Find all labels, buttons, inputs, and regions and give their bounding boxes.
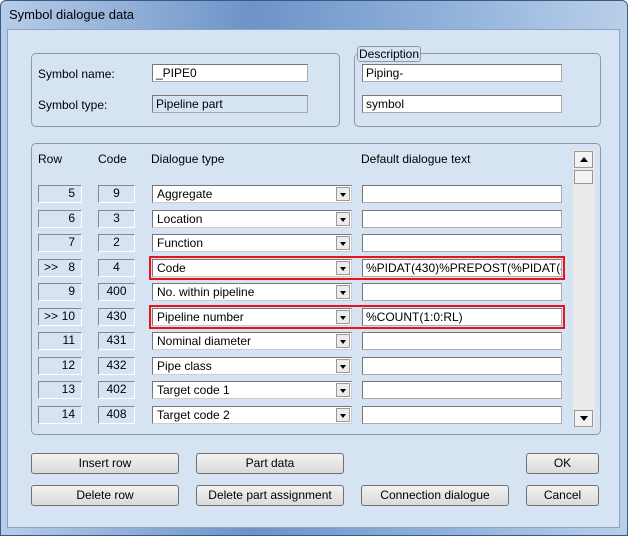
default-text-input[interactable]: [362, 381, 562, 399]
dialogue-type-select[interactable]: Aggregate: [152, 185, 352, 203]
dropdown-arrow-icon[interactable]: [336, 285, 350, 299]
row-number-field: 9: [38, 283, 82, 301]
row-number-field: 12: [38, 357, 82, 375]
code-field: 3: [98, 210, 135, 228]
code-field: 2: [98, 234, 135, 252]
highlight-box: [149, 305, 565, 329]
dialogue-type-select[interactable]: Pipe class: [152, 357, 352, 375]
default-text-input[interactable]: [362, 357, 562, 375]
default-text-input[interactable]: [362, 210, 562, 228]
dialogue-type-value: Target code 2: [157, 408, 230, 422]
ok-button[interactable]: OK: [526, 453, 599, 474]
dialogue-type-value: Pipe class: [157, 359, 212, 373]
dialogue-type-value: Function: [157, 236, 204, 250]
default-text-input[interactable]: [362, 185, 562, 203]
row-number: 12: [61, 358, 75, 372]
dialogue-type-value: No. within pipeline: [157, 285, 255, 299]
row-number: 7: [68, 235, 75, 249]
delete-part-assignment-button[interactable]: Delete part assignment: [196, 485, 344, 506]
delete-row-button[interactable]: Delete row: [31, 485, 179, 506]
dialogue-type-select[interactable]: Nominal diameter: [152, 332, 352, 350]
description-legend: Description: [357, 46, 422, 62]
description-line1-input[interactable]: Piping-: [362, 64, 562, 82]
row-number: 14: [61, 407, 75, 421]
row-number: 8: [68, 260, 75, 274]
dropdown-arrow-icon[interactable]: [336, 334, 350, 348]
default-text-input[interactable]: [362, 234, 562, 252]
dropdown-arrow-icon[interactable]: [336, 359, 350, 373]
code-field: 408: [98, 406, 135, 424]
dialogue-type-select[interactable]: Target code 1: [152, 381, 352, 399]
code-field: 402: [98, 381, 135, 399]
default-text-input[interactable]: [362, 332, 562, 350]
window-title: Symbol dialogue data: [9, 7, 135, 22]
header-dialogue-type: Dialogue type: [151, 152, 225, 166]
code-field: 432: [98, 357, 135, 375]
row-number-field: >> 8: [38, 259, 82, 277]
current-row-marker: >>: [44, 260, 59, 274]
row-number: 13: [61, 382, 75, 396]
scroll-up-button[interactable]: [574, 151, 593, 168]
dropdown-arrow-icon[interactable]: [336, 408, 350, 422]
row-number: 5: [68, 186, 75, 200]
dialogue-type-select[interactable]: Function: [152, 234, 352, 252]
header-default-text: Default dialogue text: [361, 152, 471, 166]
row-number-field: 7: [38, 234, 82, 252]
dialogue-type-value: Nominal diameter: [157, 334, 252, 348]
symbol-name-label: Symbol name:: [38, 67, 115, 81]
row-number-field: >> 10: [38, 308, 82, 326]
scroll-down-button[interactable]: [574, 410, 593, 427]
dialogue-type-select[interactable]: No. within pipeline: [152, 283, 352, 301]
code-field: 9: [98, 185, 135, 203]
row-number: 6: [68, 211, 75, 225]
header-row: Row: [38, 152, 63, 166]
part-data-button[interactable]: Part data: [196, 453, 344, 474]
dropdown-arrow-icon[interactable]: [336, 383, 350, 397]
code-field: 430: [98, 308, 135, 326]
row-number-field: 5: [38, 185, 82, 203]
row-number-field: 14: [38, 406, 82, 424]
symbol-type-field: Pipeline part: [152, 95, 308, 113]
code-field: 4: [98, 259, 135, 277]
dialogue-type-select[interactable]: Target code 2: [152, 406, 352, 424]
symbol-name-input[interactable]: _PIPE0: [152, 64, 308, 82]
connection-dialogue-button[interactable]: Connection dialogue: [361, 485, 509, 506]
symbol-type-label: Symbol type:: [38, 98, 108, 112]
row-number: 11: [62, 333, 75, 347]
row-number-field: 6: [38, 210, 82, 228]
highlight-box: [149, 256, 565, 280]
dropdown-arrow-icon[interactable]: [336, 212, 350, 226]
dropdown-arrow-icon[interactable]: [336, 236, 350, 250]
default-text-input[interactable]: [362, 283, 562, 301]
vertical-scrollbar[interactable]: [573, 150, 595, 428]
dialogue-type-select[interactable]: Location: [152, 210, 352, 228]
insert-row-button[interactable]: Insert row: [31, 453, 179, 474]
code-field: 431: [98, 332, 135, 350]
dialogue-type-value: Location: [157, 212, 203, 226]
row-number-field: 13: [38, 381, 82, 399]
dropdown-arrow-icon[interactable]: [336, 187, 350, 201]
scroll-thumb[interactable]: [574, 170, 593, 184]
cancel-button[interactable]: Cancel: [526, 485, 599, 506]
dialogue-type-value: Target code 1: [157, 383, 230, 397]
row-number: 10: [61, 309, 75, 323]
current-row-marker: >>: [44, 309, 59, 323]
code-field: 400: [98, 283, 135, 301]
description-line2-input[interactable]: symbol: [362, 95, 562, 113]
header-code: Code: [98, 152, 127, 166]
default-text-input[interactable]: [362, 406, 562, 424]
row-number-field: 11: [38, 332, 82, 350]
row-number: 9: [68, 284, 75, 298]
dialogue-type-value: Aggregate: [157, 187, 213, 201]
